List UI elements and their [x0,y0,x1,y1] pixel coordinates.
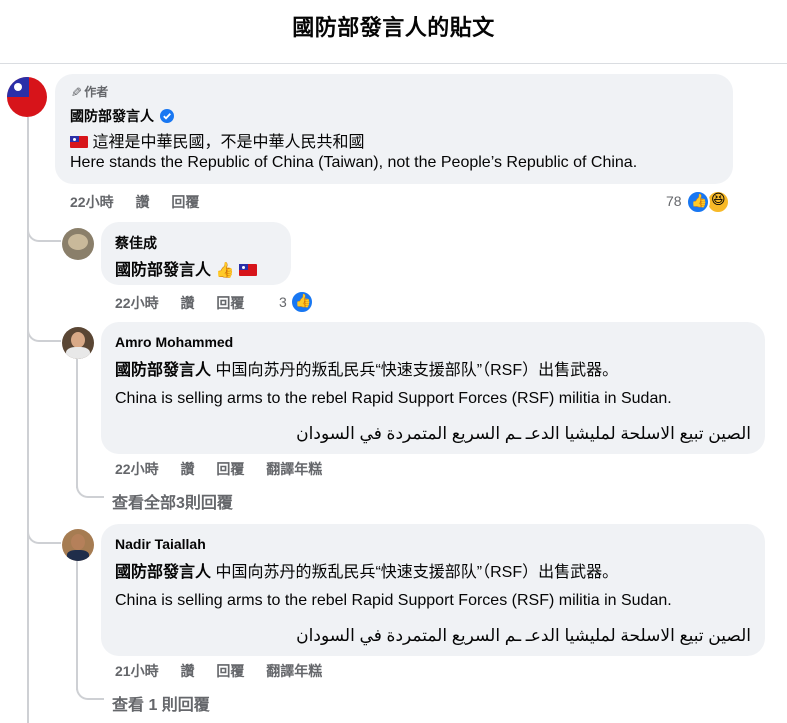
thread-connector [27,224,61,242]
reply-text-ar: الصين تبيع الاسلحة لمليشيا الدعـ ـم السر… [296,626,751,645]
thread-line-sub [76,358,78,488]
like-reaction-icon: 👍 [290,290,314,314]
pencil-icon: ✎ [68,86,84,98]
like-button[interactable]: 讚 [180,295,194,311]
timestamp[interactable]: 22小時 [70,194,114,210]
reaction-count[interactable]: 3 [279,294,287,310]
timestamp[interactable]: 22小時 [115,461,159,477]
comment-author[interactable]: 國防部發言人 [70,108,154,124]
mention-link[interactable]: 國防部發言人 [115,362,211,379]
comment-actions: 22小時 讚 回覆 [70,192,217,212]
post-header: 國防部發言人的貼文 [0,0,787,64]
reply-text-ar: الصين تبيع الاسلحة لمليشيا الدعـ ـم السر… [296,424,751,443]
reply-button[interactable]: 回覆 [171,194,199,210]
reply-text-zh: 中国向苏丹的叛乱民兵“快速支援部队”（RSF）出售武器。 [215,362,619,379]
mention-link[interactable]: 國防部發言人 [115,262,211,279]
page-title: 國防部發言人的貼文 [292,15,495,40]
reply-author[interactable]: Amro Mohammed [115,334,233,350]
translate-button[interactable]: 翻譯年糕 [266,461,322,477]
thumbs-up-emoji: 👍 [215,262,235,279]
taiwan-flag-icon [238,264,257,276]
thread-line-main [27,117,29,723]
avatar[interactable] [7,77,47,117]
reply-author[interactable]: Nadir Taiallah [115,536,206,552]
thread-connector [76,682,104,700]
comment-text-zh: 這裡是中華民國，不是中華人民共和國 [70,128,364,152]
reaction-count[interactable]: 78 [666,193,682,209]
like-reaction-icon: 👍 [686,190,710,214]
view-more-replies-link[interactable]: 查看全部3則回覆 [112,489,233,513]
reply-text-zh: 中国向苏丹的叛乱民兵“快速支援部队”（RSF）出售武器。 [215,564,619,581]
avatar[interactable] [62,327,94,359]
reply-button[interactable]: 回覆 [216,295,244,311]
verified-badge-icon [160,109,175,123]
like-button[interactable]: 讚 [180,461,194,477]
avatar[interactable] [62,529,94,561]
comment-bubble: ✎ 作者 國防部發言人 這裡是中華民國，不是中華人民共和國 Here stand… [55,74,733,184]
timestamp[interactable]: 21小時 [115,663,159,679]
reply-bubble: Nadir Taiallah 國防部發言人 中国向苏丹的叛乱民兵“快速支援部队”… [101,524,765,656]
reply-text-en: China is selling arms to the rebel Rapid… [115,390,672,407]
reply-actions: 22小時 讚 回覆 [115,293,262,313]
reply-actions: 22小時 讚 回覆 翻譯年糕 [115,459,340,479]
reply-button[interactable]: 回覆 [216,663,244,679]
thread-connector [76,480,104,498]
avatar[interactable] [62,228,94,260]
comment-text-en: Here stands the Republic of China (Taiwa… [70,154,638,171]
reply-button[interactable]: 回覆 [216,461,244,477]
reply-actions: 21小時 讚 回覆 翻譯年糕 [115,661,340,681]
view-more-replies-link[interactable]: 查看 1 則回覆 [112,691,210,715]
timestamp[interactable]: 22小時 [115,295,159,311]
translate-button[interactable]: 翻譯年糕 [266,663,322,679]
thread-connector [27,526,61,544]
like-button[interactable]: 讚 [180,663,194,679]
reply-bubble: Amro Mohammed 國防部發言人 中国向苏丹的叛乱民兵“快速支援部队”（… [101,322,765,454]
reply-author[interactable]: 蔡佳成 [115,233,157,253]
mention-link[interactable]: 國防部發言人 [115,564,211,581]
like-button[interactable]: 讚 [135,194,149,210]
thread-line-sub [76,560,78,690]
reply-bubble: 蔡佳成 國防部發言人 👍 [101,222,291,285]
thread-connector [27,324,61,342]
reply-text-en: China is selling arms to the rebel Rapid… [115,592,672,609]
author-badge: ✎ 作者 [68,85,109,99]
taiwan-flag-icon [70,136,88,148]
